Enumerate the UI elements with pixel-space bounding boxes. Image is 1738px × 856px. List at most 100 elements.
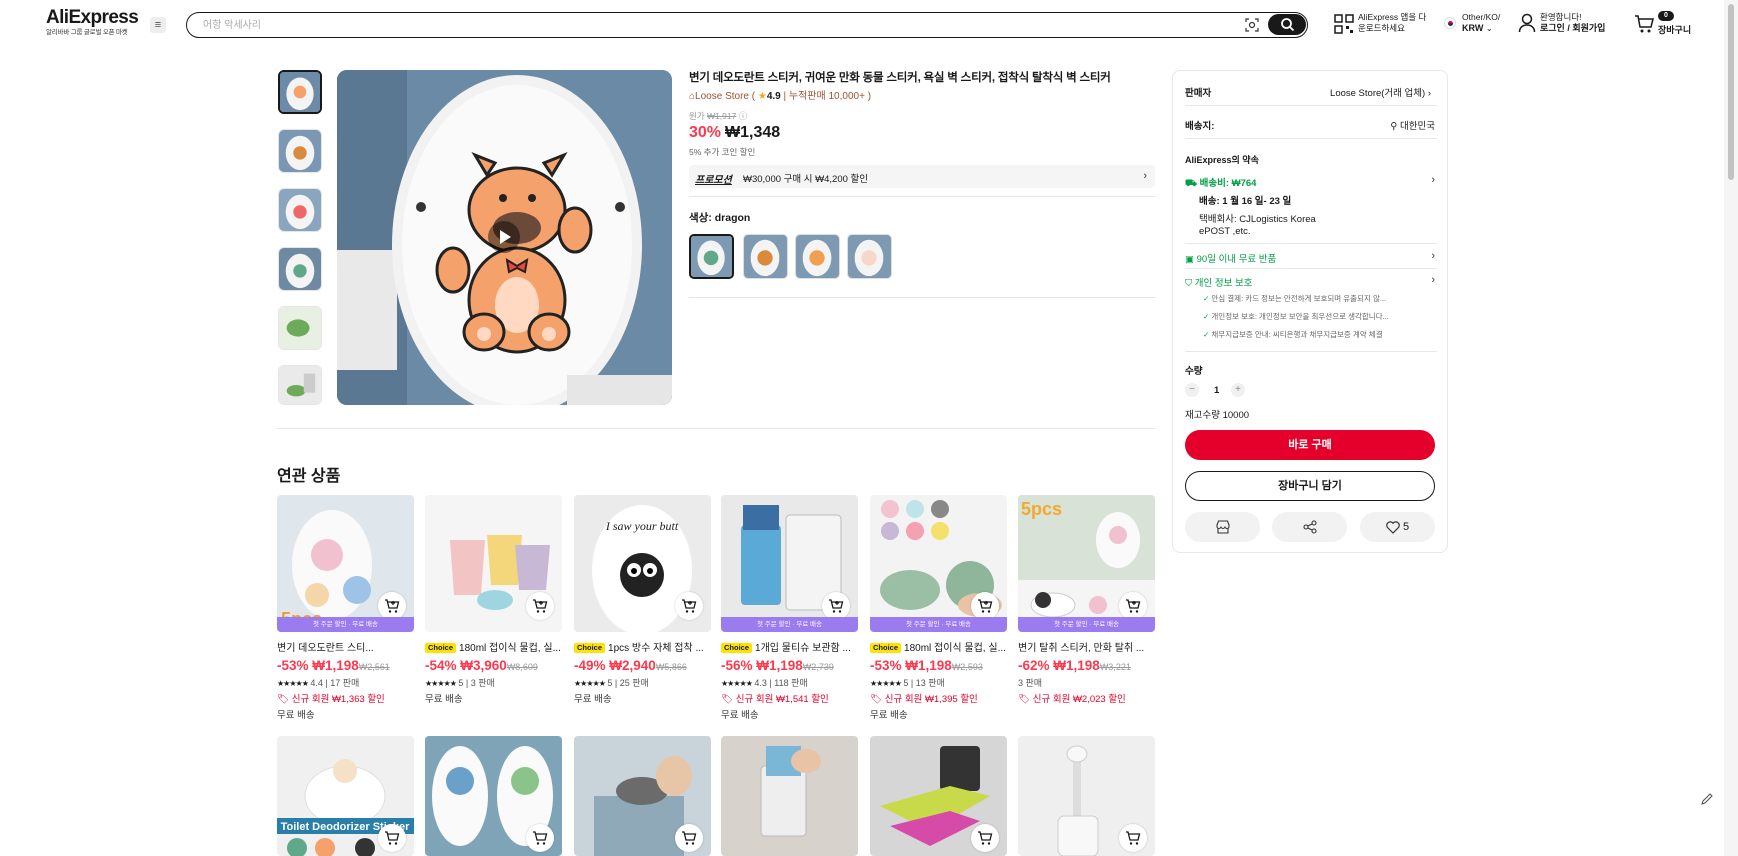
shipping-fee-row[interactable]: ⛟ 배송비: ₩764 — [1185, 175, 1256, 190]
product-card-title[interactable]: Choice 1pcs 방수 자체 접착 ... — [574, 639, 711, 654]
coupon-text: 🏷 신규 회원 ₩1,541 할인 — [721, 691, 858, 705]
star-rating-icon: ★★★★★ — [425, 679, 457, 688]
product-image-wrap[interactable]: I saw your butt — [574, 495, 711, 632]
image-search-icon[interactable] — [1245, 18, 1259, 32]
add-to-cart-icon[interactable] — [971, 824, 999, 852]
add-to-cart-icon[interactable] — [378, 592, 406, 620]
product-card[interactable] — [1018, 736, 1155, 856]
discount-percent: -49% — [574, 658, 606, 673]
shipping-text: 무료 배송 — [277, 710, 315, 721]
discount-percent: -56% — [721, 658, 753, 673]
quantity-increase-button[interactable]: + — [1231, 383, 1245, 397]
privacy-bullet-text: 안심 결제: 카드 정보는 안전하게 보호되며 유출되지 않... — [1211, 294, 1387, 303]
promo-band: 첫 주문 할인 · 무료 배송 — [721, 617, 858, 632]
quantity-decrease-button[interactable]: − — [1185, 383, 1199, 397]
account-menu[interactable]: 환영합니다! 로그인 / 회원가입 — [1540, 12, 1605, 34]
gallery-thumbnail[interactable] — [278, 247, 322, 291]
buy-now-button[interactable]: 바로 구매 — [1185, 430, 1435, 460]
divider — [1185, 243, 1437, 244]
variant-tiger[interactable] — [795, 234, 840, 279]
product-image-wrap[interactable]: 5pcs첫 주문 할인 · 무료 배송 — [1018, 495, 1155, 632]
menu-icon[interactable]: ≡ — [150, 17, 166, 33]
product-card[interactable]: 5pcs첫 주문 할인 · 무료 배송변기 데오도란트 스티... -53% ₩1… — [277, 495, 414, 721]
edit-icon[interactable] — [1700, 792, 1714, 806]
scrollbar-thumb[interactable] — [1728, 4, 1734, 180]
price: ₩1,198 — [1053, 658, 1100, 673]
add-to-cart-button[interactable]: 장바구니 담기 — [1185, 471, 1435, 501]
gallery-thumbnail[interactable] — [278, 129, 322, 173]
promo-band: 첫 주문 할인 · 무료 배송 — [1018, 617, 1155, 632]
privacy-row[interactable]: ⛉ 개인 정보 보호 — [1185, 275, 1253, 289]
add-to-cart-icon[interactable] — [971, 592, 999, 620]
store-link[interactable]: ⌂Loose Store ( ★4.9 | 누적판매 10,000+ ) — [689, 87, 871, 102]
product-card[interactable] — [870, 736, 1007, 856]
ship-to-selector[interactable]: ⚲ 대한민국 — [1390, 118, 1435, 132]
product-card-title[interactable]: 변기 탈취 스티커, 만화 탈취 ... — [1018, 639, 1155, 654]
share-button[interactable] — [1272, 512, 1347, 542]
divider — [1185, 105, 1437, 106]
product-card[interactable] — [721, 736, 858, 856]
coupon-text: 🏷 신규 회원 ₩2,023 할인 — [1018, 691, 1155, 705]
rating-row: ★★★★★ 5 | 3 판매 — [425, 678, 495, 688]
product-card-title[interactable]: Choice 180ml 접이식 물컵, 실... — [425, 639, 562, 654]
language-currency-selector[interactable]: Other/KO/ KRW ⌄ — [1462, 12, 1500, 34]
cart-label[interactable]: 장바구니 — [1658, 23, 1691, 36]
login-signup-link[interactable]: 로그인 / 회원가입 — [1540, 23, 1605, 33]
seller-link[interactable]: Loose Store(거래 업체) › — [1330, 85, 1431, 99]
user-icon[interactable] — [1518, 13, 1536, 33]
product-image-wrap[interactable]: 첫 주문 할인 · 무료 배송 — [721, 495, 858, 632]
download-app-link[interactable]: AliExpress 앱을 다 운로드하세요 — [1358, 12, 1426, 34]
product-card[interactable]: 첫 주문 할인 · 무료 배송 Choice 180ml 접이식 물컵, 실... -… — [870, 495, 1007, 721]
add-to-cart-icon[interactable] — [675, 824, 703, 852]
add-to-cart-icon[interactable] — [526, 592, 554, 620]
search-button[interactable] — [1268, 14, 1306, 35]
seller-value: Loose Store(거래 업체) — [1330, 88, 1426, 99]
product-card[interactable]: I saw your butt Choice 1pcs 방수 자체 접착 ... -4… — [574, 495, 711, 705]
promotion-bar[interactable]: 프로모션 ₩30,000 구매 시 ₩4,200 할인 › — [689, 165, 1155, 188]
product-card[interactable] — [574, 736, 711, 856]
aliexpress-logo[interactable]: AliExpress 알리바바 그룹 글로벌 오픈 마켓 — [46, 8, 146, 37]
gallery-thumbnail[interactable] — [278, 306, 322, 350]
quantity-label: 수량 — [1185, 366, 1203, 377]
product-image-wrap[interactable]: 첫 주문 할인 · 무료 배송 — [870, 495, 1007, 632]
store-button[interactable] — [1185, 512, 1260, 542]
add-to-cart-icon[interactable] — [1119, 592, 1147, 620]
product-image-wrap[interactable]: 5pcs첫 주문 할인 · 무료 배송 — [277, 495, 414, 632]
wishlist-button[interactable]: 5 — [1360, 512, 1435, 542]
product-card-title[interactable]: Choice 180ml 접이식 물컵, 실... — [870, 639, 1007, 654]
header: AliExpress 알리바바 그룹 글로벌 오픈 마켓 ≡ AliExpres… — [0, 0, 1720, 48]
free-returns-row[interactable]: ▣ 90일 이내 무료 반품 — [1185, 251, 1276, 265]
qr-code-icon[interactable] — [1334, 14, 1354, 34]
gallery-thumbnail[interactable] — [278, 365, 322, 405]
gallery-thumbnail[interactable] — [278, 70, 322, 114]
product-card[interactable] — [425, 736, 562, 856]
product-card-price: -49% ₩2,940₩5,866 — [574, 658, 711, 673]
product-card[interactable]: 첫 주문 할인 · 무료 배송 Choice 1개입 물티슈 보관함 ... -56%… — [721, 495, 858, 721]
product-card-title[interactable]: 변기 데오도란트 스티... — [277, 639, 414, 654]
gallery-thumbnail[interactable] — [278, 188, 322, 232]
product-card[interactable]: Choice 180ml 접이식 물컵, 실... -54% ₩3,960₩8,60… — [425, 495, 562, 705]
play-video-icon[interactable] — [488, 221, 520, 253]
variant-cow[interactable] — [743, 234, 788, 279]
product-card[interactable]: 5pcs 첫 주문 할인 · 무료 배송 변기 탈취 스티커, 만화 탈취 ... -… — [1018, 495, 1155, 705]
chevron-right-icon: › — [1431, 174, 1435, 186]
quantity-value[interactable]: 1 — [1214, 385, 1219, 396]
add-to-cart-icon[interactable] — [526, 824, 554, 852]
cart-icon[interactable] — [1634, 14, 1654, 34]
add-to-cart-icon[interactable] — [1119, 824, 1147, 852]
add-to-cart-icon[interactable] — [378, 824, 406, 852]
add-to-cart-icon[interactable] — [822, 592, 850, 620]
product-card[interactable]: Toilet Deodorizer Sticker — [277, 736, 414, 856]
check-icon: ✓ — [1203, 294, 1210, 303]
original-price: ₩8,609 — [506, 662, 538, 672]
product-card-title[interactable]: Choice 1개입 물티슈 보관함 ... — [721, 639, 858, 654]
variant-sheep[interactable] — [847, 234, 892, 279]
info-icon[interactable]: ⓘ — [739, 111, 748, 121]
star-icon: ★ — [757, 91, 767, 102]
add-to-cart-icon[interactable] — [675, 592, 703, 620]
price: ₩1,198 — [312, 658, 359, 673]
search-input[interactable] — [203, 17, 1183, 33]
scrollbar[interactable] — [1724, 0, 1738, 856]
product-image-wrap[interactable] — [425, 495, 562, 632]
variant-dragon[interactable] — [689, 234, 734, 279]
